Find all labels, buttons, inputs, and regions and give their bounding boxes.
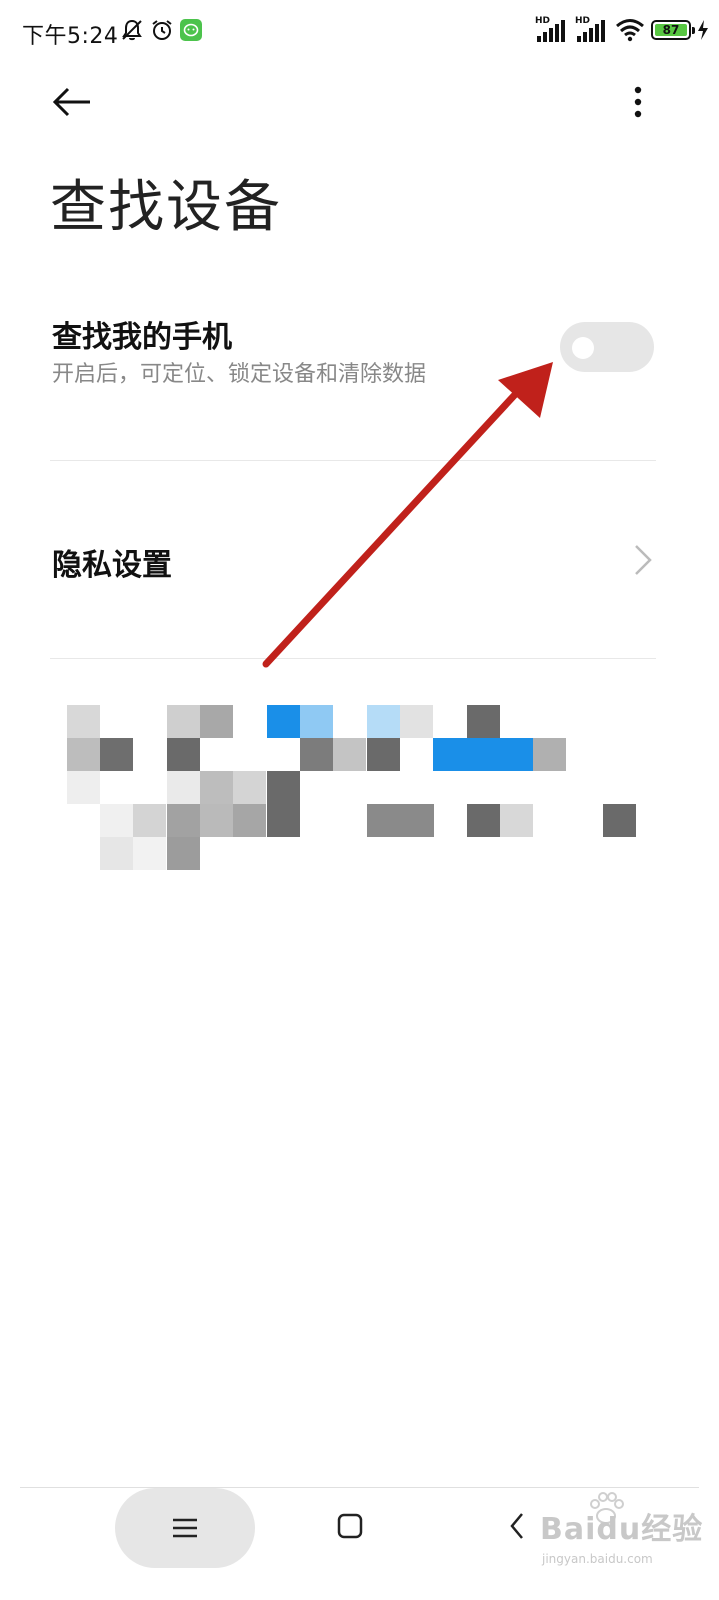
divider [50,658,656,659]
signal-icon: HD [535,16,569,44]
privacy-settings-row[interactable]: 隐私设置 [50,462,656,658]
charging-icon [698,20,708,40]
wifi-icon [616,19,644,42]
bell-off-icon [122,19,142,41]
pixelated-description [50,700,650,880]
privacy-settings-title: 隐私设置 [52,548,172,583]
battery-icon: 87 [651,20,695,40]
more-button[interactable] [616,78,660,126]
more-vertical-icon [634,86,642,118]
status-bar: 下午5:24 HD HD 87 [0,0,719,64]
watermark: Baidu经验 jingyan.baidu.com [540,1490,710,1590]
divider [50,460,656,461]
find-my-phone-subtitle: 开启后，可定位、锁定设备和清除数据 [52,362,427,387]
nav-divider [20,1487,699,1488]
toggle-knob [572,337,594,359]
find-my-phone-toggle[interactable] [560,322,654,372]
wechat-icon [180,19,202,41]
alarm-icon [152,20,172,40]
signal-icon: HD [575,16,609,44]
nav-home-button[interactable] [330,1506,370,1546]
find-my-phone-title: 查找我的手机 [52,320,232,355]
page-title: 查找设备 [50,175,282,240]
find-my-phone-row: 查找我的手机 开启后，可定位、锁定设备和清除数据 [50,300,656,460]
battery-level: 87 [655,23,687,37]
status-right: HD HD 87 [535,16,709,44]
menu-icon [173,1518,197,1538]
status-time: 下午5:24 [22,24,119,49]
chevron-right-icon [635,545,652,575]
watermark-main: Baidu经验 [540,1512,704,1547]
nav-back-button[interactable] [500,1506,534,1546]
chevron-left-icon [510,1513,523,1539]
watermark-sub: jingyan.baidu.com [542,1552,653,1566]
back-button[interactable] [46,80,98,124]
arrow-left-icon [52,87,90,117]
status-icons-left [120,18,202,42]
home-square-icon [337,1513,363,1539]
nav-menu-button[interactable] [115,1488,255,1568]
